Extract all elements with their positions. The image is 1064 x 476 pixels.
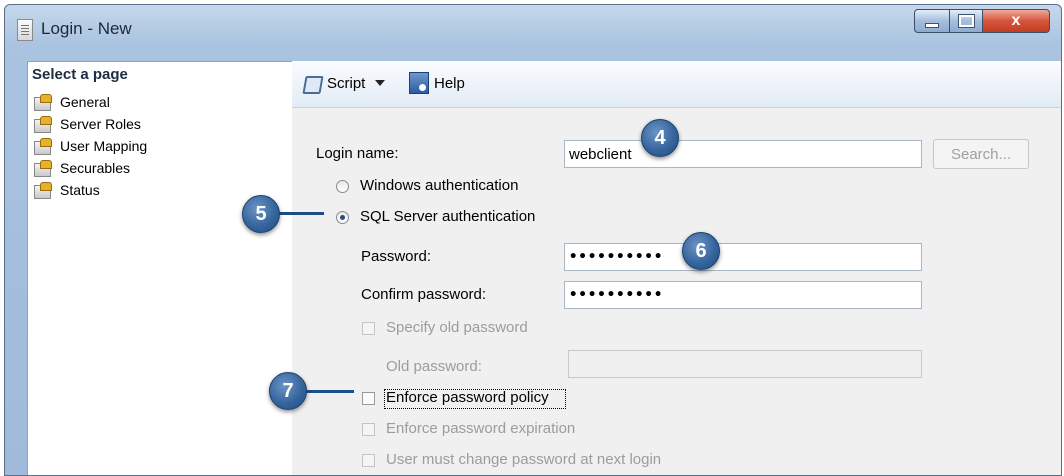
confirm-password-input[interactable] [564,281,922,309]
page-item-label: Server Roles [60,115,141,132]
callout-4: 4 [641,119,679,157]
script-label: Script [327,74,366,92]
page-item-label: General [60,93,110,110]
general-page: Script Help Login name: Search... Window… [292,61,1061,475]
windows-auth-label[interactable]: Windows authentication [360,177,518,194]
page-icon [34,137,52,155]
specify-old-password-checkbox[interactable] [362,322,375,335]
page-item-user-mapping[interactable]: User Mapping [34,135,147,156]
sql-auth-radio[interactable] [336,211,349,224]
page-icon [34,115,52,133]
page-icon [34,159,52,177]
script-button[interactable]: Script [302,71,393,95]
specify-old-password-label: Specify old password [386,319,528,336]
callout-7: 7 [269,372,307,410]
document-icon [17,19,33,41]
title-bar[interactable]: Login - New x [5,5,1061,57]
minimize-icon [925,22,939,28]
page-item-server-roles[interactable]: Server Roles [34,113,141,134]
login-new-window: Login - New x Select a page General Serv… [4,4,1062,476]
old-password-label: Old password: [386,358,482,375]
login-name-label: Login name: [316,145,399,162]
page-item-general[interactable]: General [34,91,110,112]
search-button[interactable]: Search... [933,139,1029,169]
callout-6: 6 [682,232,720,270]
windows-auth-radio[interactable] [336,180,349,193]
login-form: Login name: Search... Windows authentica… [292,107,1061,475]
confirm-password-label: Confirm password: [361,286,487,303]
help-icon [409,72,429,94]
script-icon [302,74,322,92]
page-icon [34,93,52,111]
select-page-header: Select a page [32,66,128,83]
select-page-pane: Select a page General Server Roles User … [27,61,293,475]
help-label: Help [434,74,465,92]
close-button[interactable]: x [982,9,1050,33]
maximize-icon [957,14,975,28]
page-item-label: User Mapping [60,137,148,154]
password-input[interactable] [564,243,922,271]
page-icon [34,181,52,199]
enforce-password-policy-checkbox[interactable] [362,392,375,405]
maximize-button[interactable] [949,9,983,33]
toolbar: Script Help [292,61,1061,108]
page-item-securables[interactable]: Securables [34,157,130,178]
enforce-password-policy-label[interactable]: Enforce password policy [386,389,549,406]
must-change-password-checkbox[interactable] [362,454,375,467]
window-title: Login - New [41,19,132,38]
callout-5: 5 [242,195,280,233]
close-icon: x [1011,12,1021,29]
must-change-password-label: User must change password at next login [386,451,662,468]
page-item-label: Status [60,181,100,198]
password-label: Password: [361,248,432,265]
enforce-password-expiration-checkbox[interactable] [362,423,375,436]
minimize-button[interactable] [914,9,950,33]
old-password-input[interactable] [568,350,922,378]
login-name-input[interactable] [564,140,922,168]
enforce-password-expiration-label: Enforce password expiration [386,420,576,437]
dropdown-arrow-icon[interactable] [375,80,386,86]
sql-auth-label[interactable]: SQL Server authentication [360,208,535,225]
help-button[interactable]: Help [409,71,465,95]
page-item-label: Securables [60,159,131,176]
page-item-status[interactable]: Status [34,179,100,200]
